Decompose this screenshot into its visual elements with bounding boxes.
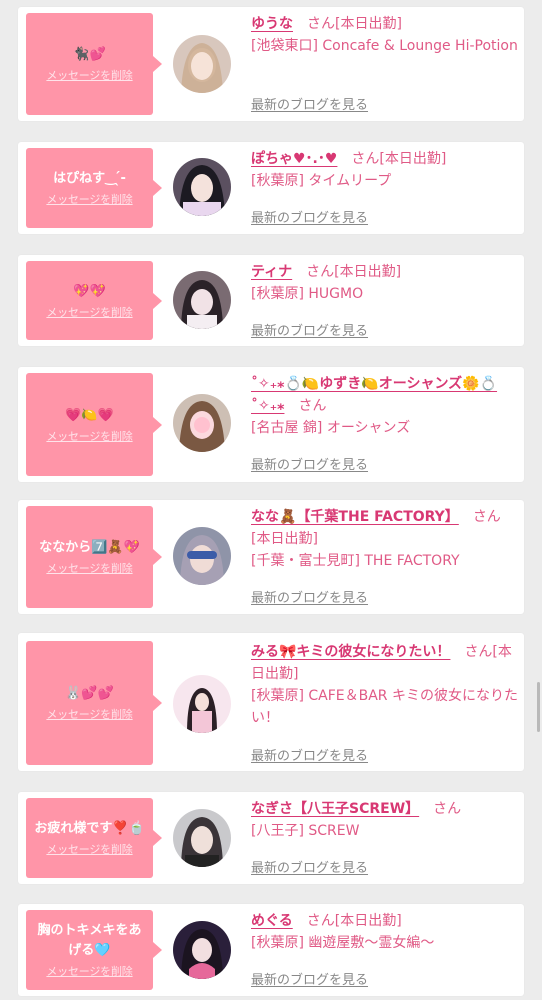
avatar[interactable] bbox=[173, 35, 231, 93]
cast-status: さん bbox=[298, 398, 327, 414]
delete-message-link[interactable]: メッセージを削除 bbox=[46, 706, 132, 722]
cast-name-link[interactable]: ゆうな bbox=[251, 16, 293, 32]
delete-message-link[interactable]: メッセージを削除 bbox=[46, 428, 132, 444]
message-text: 💖💖 bbox=[73, 283, 106, 299]
entry-info: めぐる さん[本日出勤] [秋葉原] 幽遊屋敷〜霊女編〜 bbox=[251, 910, 519, 954]
avatar[interactable] bbox=[173, 675, 231, 733]
message-card: はぴねす‿ ̖́- メッセージを削除 ぽちゃ♥︎･.･♥︎ さん[本日出勤] [秋… bbox=[18, 142, 524, 234]
cast-name-link[interactable]: ティナ bbox=[251, 264, 292, 280]
latest-blog-link[interactable]: 最新のブログを見る bbox=[251, 969, 368, 988]
message-card: 🐈‍⬛💕 メッセージを削除 ゆうな さん[本日出勤] [池袋東口] Concafe… bbox=[18, 7, 524, 121]
scrollbar[interactable] bbox=[537, 682, 540, 732]
latest-blog-link[interactable]: 最新のブログを見る bbox=[251, 857, 368, 876]
shop-name: [秋葉原] HUGMO bbox=[251, 286, 364, 302]
cast-name-link[interactable]: なな🧸【千葉THE FACTORY】 bbox=[251, 509, 459, 525]
message-bubble: はぴねす‿ ̖́- メッセージを削除 bbox=[26, 148, 162, 228]
cast-name-link[interactable]: めぐる bbox=[251, 913, 293, 929]
delete-message-link[interactable]: メッセージを削除 bbox=[46, 560, 132, 576]
message-card: 💖💖 メッセージを削除 ティナ さん[本日出勤] [秋葉原] HUGMO 最新のブ… bbox=[18, 255, 524, 346]
message-text: ななから7️⃣🧸💖 bbox=[39, 540, 140, 555]
entry-info: なぎさ【八王子SCREW】 さん [八王子] SCREW bbox=[251, 798, 519, 842]
cast-name-link[interactable]: なぎさ【八王子SCREW】 bbox=[251, 801, 419, 817]
cast-status: さん[本日出勤] bbox=[306, 264, 402, 280]
entry-info: ティナ さん[本日出勤] [秋葉原] HUGMO bbox=[251, 261, 519, 305]
message-text: お疲れ様です❣️🍵 bbox=[34, 821, 145, 836]
message-bubble: 💖💖 メッセージを削除 bbox=[26, 261, 162, 340]
message-bubble: 💗🍋💗 メッセージを削除 bbox=[26, 373, 162, 476]
avatar[interactable] bbox=[173, 271, 231, 329]
entry-info: ぽちゃ♥︎･.･♥︎ さん[本日出勤] [秋葉原] タイムリープ bbox=[251, 148, 519, 192]
cast-name-link[interactable]: みる🎀キミの彼女になりたい！ bbox=[251, 644, 450, 660]
message-text: 💗🍋💗 bbox=[65, 407, 114, 423]
message-card: 胸のトキメキをあげる🩵 メッセージを削除 めぐる さん[本日出勤] [秋葉原] 幽… bbox=[18, 904, 524, 996]
message-text: 胸のトキメキをあげる🩵 bbox=[37, 923, 142, 958]
shop-name: [秋葉原] CAFE＆BAR キミの彼女になりたい！ bbox=[251, 688, 518, 726]
latest-blog-link[interactable]: 最新のブログを見る bbox=[251, 745, 368, 764]
entry-info: なな🧸【千葉THE FACTORY】 さん[本日出勤] [千葉・富士見町] THE… bbox=[251, 506, 519, 572]
delete-message-link[interactable]: メッセージを削除 bbox=[46, 304, 132, 320]
avatar[interactable] bbox=[173, 158, 231, 216]
latest-blog-link[interactable]: 最新のブログを見る bbox=[251, 320, 368, 339]
message-bubble: 🐈‍⬛💕 メッセージを削除 bbox=[26, 13, 162, 115]
cast-status: さん[本日出勤] bbox=[306, 913, 402, 929]
avatar[interactable] bbox=[173, 527, 231, 585]
shop-name: [名古屋 錦] オーシャンズ bbox=[251, 420, 411, 436]
cast-status: さん[本日出勤] bbox=[351, 151, 447, 167]
message-card: 🐰💕💕 メッセージを削除 みる🎀キミの彼女になりたい！ さん[本日出勤] [秋葉原… bbox=[18, 633, 524, 771]
delete-message-link[interactable]: メッセージを削除 bbox=[46, 841, 132, 857]
latest-blog-link[interactable]: 最新のブログを見る bbox=[251, 94, 368, 113]
cast-status: さん[本日出勤] bbox=[307, 16, 402, 32]
message-card: 💗🍋💗 メッセージを削除 ˚✧₊⁎💍🍋ゆずき🍋オーシャンズ🌼💍˚✧₊⁎ さん [名… bbox=[18, 367, 524, 482]
entry-info: みる🎀キミの彼女になりたい！ さん[本日出勤] [秋葉原] CAFE＆BAR キミ… bbox=[251, 641, 519, 729]
latest-blog-link[interactable]: 最新のブログを見る bbox=[251, 207, 368, 226]
cast-status: さん bbox=[433, 801, 462, 817]
message-bubble: 🐰💕💕 メッセージを削除 bbox=[26, 641, 162, 765]
shop-name: [秋葉原] タイムリープ bbox=[251, 173, 392, 189]
latest-blog-link[interactable]: 最新のブログを見る bbox=[251, 587, 368, 606]
message-card: ななから7️⃣🧸💖 メッセージを削除 なな🧸【千葉THE FACTORY】 さん[… bbox=[18, 500, 524, 614]
message-bubble: ななから7️⃣🧸💖 メッセージを削除 bbox=[26, 506, 162, 608]
shop-name: [千葉・富士見町] THE FACTORY bbox=[251, 553, 460, 569]
entry-info: ˚✧₊⁎💍🍋ゆずき🍋オーシャンズ🌼💍˚✧₊⁎ さん [名古屋 錦] オーシャンズ bbox=[251, 373, 519, 439]
entry-info: ゆうな さん[本日出勤] [池袋東口] Concafe & Lounge Hi-P… bbox=[251, 13, 519, 57]
message-bubble: 胸のトキメキをあげる🩵 メッセージを削除 bbox=[26, 910, 162, 990]
cast-name-link[interactable]: ぽちゃ♥︎･.･♥︎ bbox=[251, 151, 337, 167]
cast-name-link[interactable]: ˚✧₊⁎💍🍋ゆずき🍋オーシャンズ🌼💍˚✧₊⁎ bbox=[251, 376, 497, 414]
message-card: お疲れ様です❣️🍵 メッセージを削除 なぎさ【八王子SCREW】 さん [八王子]… bbox=[18, 792, 524, 884]
message-text: 🐈‍⬛💕 bbox=[73, 47, 106, 62]
message-text: はぴねす‿ ̖́- bbox=[53, 171, 126, 186]
message-bubble: お疲れ様です❣️🍵 メッセージを削除 bbox=[26, 798, 162, 878]
latest-blog-link[interactable]: 最新のブログを見る bbox=[251, 454, 368, 473]
shop-name: [池袋東口] Concafe & Lounge Hi-Potion bbox=[251, 38, 518, 54]
delete-message-link[interactable]: メッセージを削除 bbox=[46, 67, 132, 83]
shop-name: [秋葉原] 幽遊屋敷〜霊女編〜 bbox=[251, 935, 435, 951]
avatar[interactable] bbox=[173, 809, 231, 867]
shop-name: [八王子] SCREW bbox=[251, 823, 360, 839]
delete-message-link[interactable]: メッセージを削除 bbox=[46, 191, 132, 207]
delete-message-link[interactable]: メッセージを削除 bbox=[46, 963, 132, 979]
avatar[interactable] bbox=[173, 921, 231, 979]
message-text: 🐰💕💕 bbox=[65, 686, 114, 701]
avatar[interactable] bbox=[173, 394, 231, 452]
